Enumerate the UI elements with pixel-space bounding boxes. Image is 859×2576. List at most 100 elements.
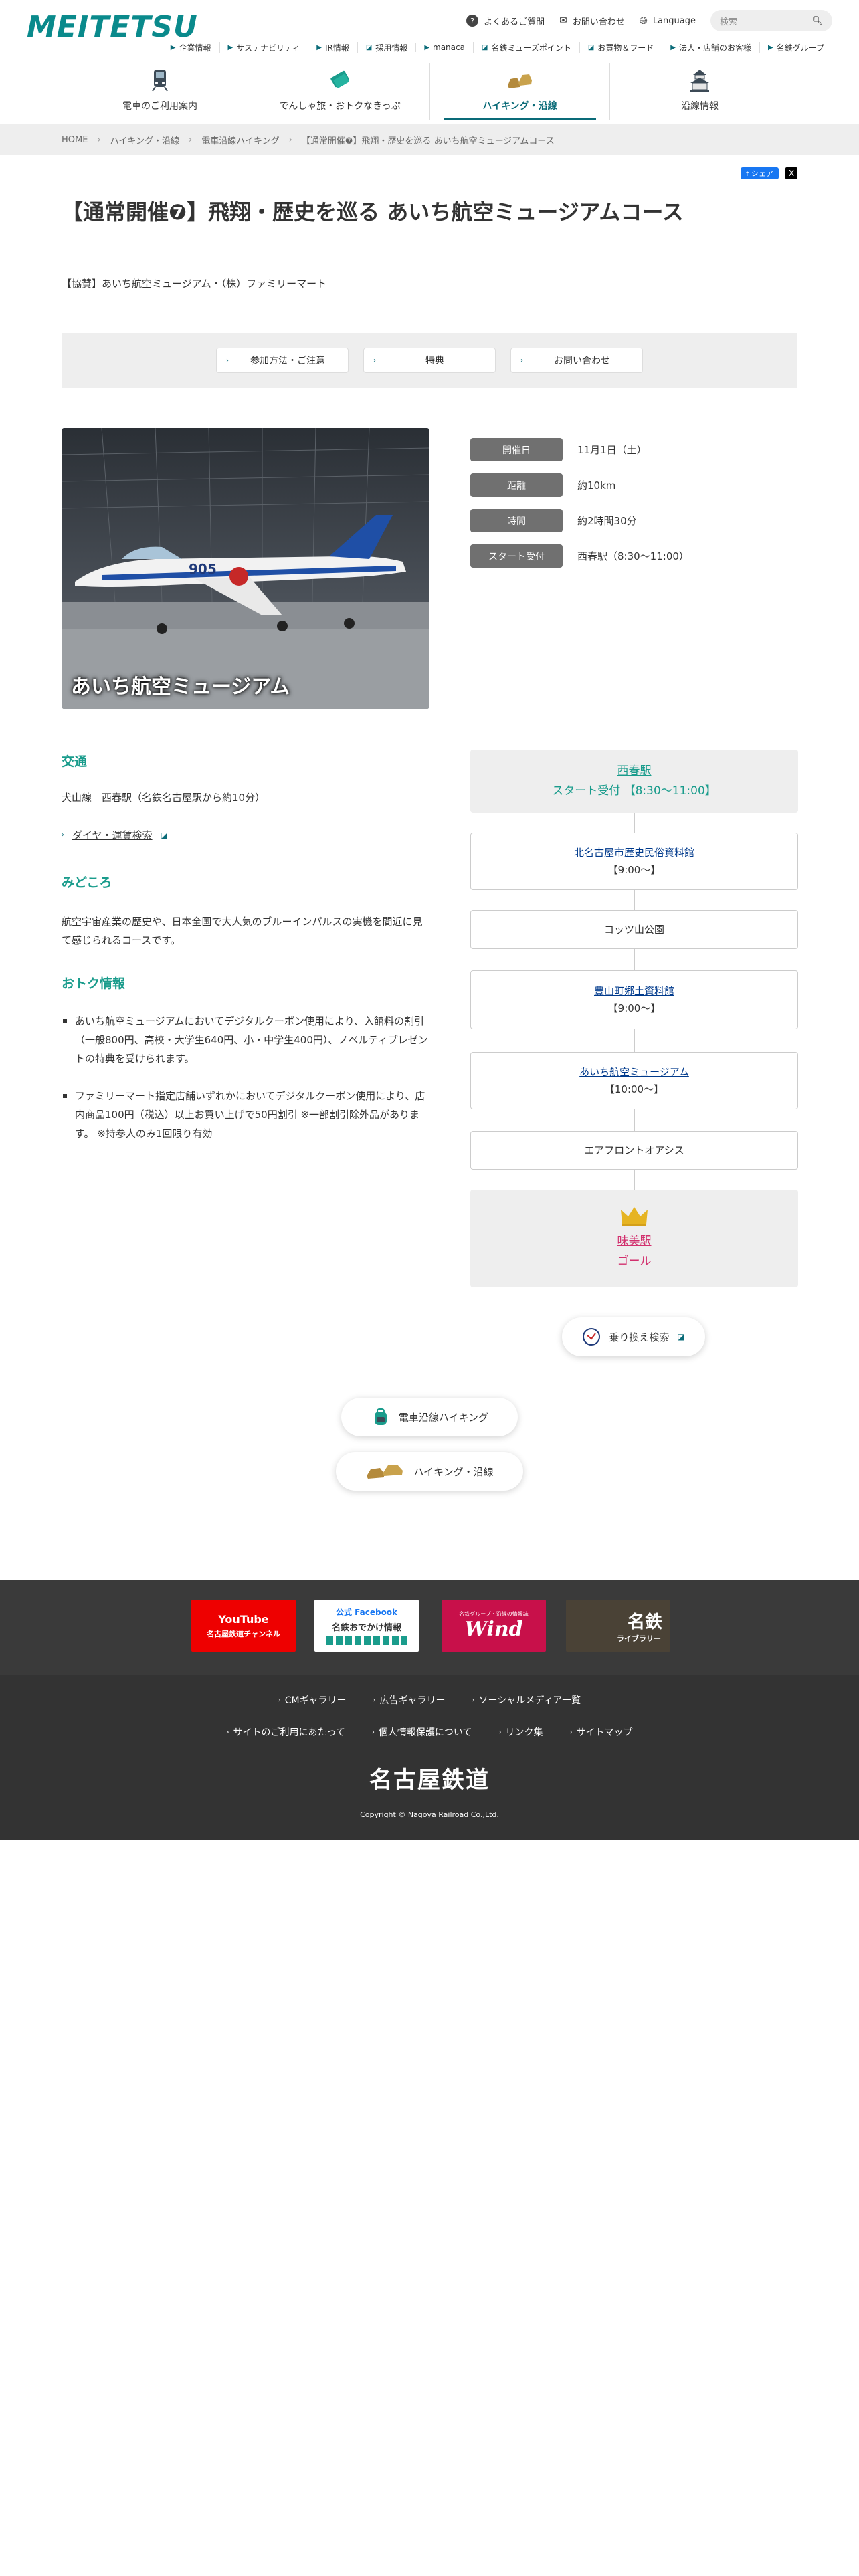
button-label: ハイキング・沿線: [413, 1465, 494, 1478]
tab-label: 特典: [425, 356, 444, 366]
contact-link[interactable]: ✉ お問い合わせ: [559, 15, 625, 27]
wind-logo: Wind: [464, 1618, 523, 1641]
stop-link[interactable]: 豊山町郷土資料館: [594, 982, 674, 1000]
course-stop: コッツ山公園: [470, 910, 798, 949]
banner-text: 名古屋鉄道チャンネル: [207, 1629, 280, 1638]
utility-nav: ? よくあるご質問 ✉ お問い合わせ 🌐︎ Language 検索 🔍︎: [466, 9, 832, 32]
footer-link[interactable]: › 広告ギャラリー: [373, 1693, 446, 1707]
faq-link[interactable]: ? よくあるご質問: [466, 15, 545, 27]
info-value: 西春駅（8:30〜11:00）: [577, 550, 689, 562]
anchor-tab-bar: › 参加方法・ご注意 › 特典 › お問い合わせ: [62, 333, 797, 388]
chevron-right-icon: ›: [62, 831, 64, 839]
footer-link-label: リンク集: [505, 1727, 543, 1738]
route-line: [634, 890, 635, 910]
timetable-search-link[interactable]: › ダイヤ・運賃検索 ◪: [62, 828, 168, 842]
subnav-item[interactable]: ▶ 企業情報: [163, 42, 219, 53]
footer-link[interactable]: › CMギャラリー: [278, 1693, 347, 1707]
hiking-area-button[interactable]: ハイキング・沿線: [336, 1452, 523, 1491]
tab-label: お問い合わせ: [554, 356, 610, 366]
youtube-icon: YouTube: [218, 1612, 269, 1626]
chevron-right-icon: ▶: [670, 43, 676, 51]
language-link[interactable]: 🌐︎ Language: [640, 15, 696, 27]
mainnav-tickets[interactable]: でんしゃ旅・おトクなきっぷ: [250, 63, 430, 120]
subnav-item[interactable]: ▶ IR情報: [308, 41, 357, 53]
info-row-start: スタート受付 西春駅（8:30〜11:00）: [470, 544, 689, 568]
course-stop: 北名古屋市歴史民俗資料館 【9:00〜】: [470, 833, 798, 890]
breadcrumb-train-hiking[interactable]: 電車沿線ハイキング: [201, 134, 279, 146]
start-time: スタート受付 【8:30〜11:00】: [552, 784, 717, 798]
link-label: ダイヤ・運賃検索: [72, 829, 153, 841]
x-share-button[interactable]: X: [785, 167, 797, 179]
x-icon: X: [788, 169, 795, 178]
train-icon: [152, 70, 168, 92]
train-hiking-button[interactable]: 電車沿線ハイキング: [341, 1398, 518, 1436]
subnav-label: 企業情報: [179, 43, 211, 53]
subnav-item[interactable]: ◪ お買物＆フード: [579, 41, 662, 53]
stop-time: 【9:00〜】: [607, 1002, 661, 1014]
footer-link[interactable]: › サイトのご利用にあたって: [227, 1725, 345, 1739]
stop-link[interactable]: 北名古屋市歴史民俗資料館: [574, 844, 694, 861]
info-value: 11月1日（土）: [577, 444, 647, 456]
search-icon[interactable]: 🔍︎: [812, 16, 823, 26]
mainnav-train[interactable]: 電車のご利用案内: [70, 63, 250, 120]
mainnav-label: 電車のご利用案内: [122, 101, 197, 112]
photo-caption: あいち航空ミュージアム: [71, 675, 290, 699]
banner-text: ライブラリー: [617, 1634, 661, 1643]
info-value: 約10km: [577, 479, 616, 492]
breadcrumb-home[interactable]: HOME: [62, 135, 88, 145]
logo-text: MEITETSU: [27, 10, 198, 44]
breadcrumb-current: 【通常開催❼】飛翔・歴史を巡る あいち航空ミュージアムコース: [301, 136, 555, 146]
footer-logo[interactable]: 名古屋鉄道: [0, 1761, 859, 1794]
footer-link[interactable]: › 個人情報保護について: [372, 1725, 472, 1739]
search-input[interactable]: 検索 🔍︎: [710, 10, 832, 31]
transfer-search-button[interactable]: 乗り換え検索 ◪: [562, 1317, 705, 1356]
stop-name: コッツ山公園: [603, 924, 664, 936]
mainnav-hiking[interactable]: ハイキング・沿線: [430, 63, 609, 120]
goal-station-link[interactable]: 味美駅: [617, 1231, 652, 1251]
subnav-item[interactable]: ▶ 法人・店舗のお客様: [662, 41, 759, 53]
copyright: Copyright © Nagoya Railroad Co.,Ltd.: [360, 1810, 499, 1819]
facebook-icon: 公式 Facebook: [335, 1608, 398, 1617]
footer-link[interactable]: › リンク集: [498, 1725, 543, 1739]
stop-link[interactable]: あいち航空ミュージアム: [579, 1063, 689, 1081]
deals-list: あいち航空ミュージアムにおいてデジタルクーポン使用により、入館料の割引（一般80…: [62, 1012, 430, 1162]
route-line: [634, 1029, 635, 1052]
facebook-share-button[interactable]: f シェア: [741, 167, 779, 179]
footer-link[interactable]: › ソーシャルメディア一覧: [472, 1693, 581, 1707]
footer-link-label: CMギャラリー: [284, 1695, 347, 1706]
chevron-right-icon: ›: [569, 1728, 573, 1736]
subnav-item[interactable]: ▶ manaca: [415, 43, 473, 52]
chevron-right-icon: ›: [226, 1728, 229, 1736]
subnav-item[interactable]: ▶ 名鉄グループ: [759, 41, 832, 53]
info-value: 約2時間30分: [577, 515, 637, 527]
footer-links-row1: › CMギャラリー › 広告ギャラリー › ソーシャルメディア一覧: [0, 1693, 859, 1707]
info-row-time: 時間 約2時間30分: [470, 509, 689, 532]
youtube-banner[interactable]: YouTube 名古屋鉄道チャンネル: [191, 1600, 296, 1652]
facebook-banner[interactable]: 公式 Facebook 名鉄おでかけ情報: [314, 1600, 419, 1652]
subnav-item[interactable]: ◪ 採用情報: [357, 41, 415, 53]
external-link-icon: ◪: [677, 1332, 685, 1341]
footer-link[interactable]: › サイトマップ: [569, 1725, 632, 1739]
tab-contact[interactable]: › お問い合わせ: [510, 348, 643, 373]
wind-banner[interactable]: 名鉄グループ・沿線の情報誌 Wind: [442, 1600, 546, 1652]
subnav-item[interactable]: ▶ サステナビリティ: [219, 41, 308, 53]
chevron-right-icon: ▶: [227, 43, 233, 51]
subnav-label: 採用情報: [375, 43, 408, 53]
chevron-right-icon: ▶: [768, 43, 773, 51]
highlights-heading: みどころ: [62, 873, 430, 899]
list-item: あいち航空ミュージアムにおいてデジタルクーポン使用により、入館料の割引（一般80…: [62, 1012, 430, 1068]
tab-participation[interactable]: › 参加方法・ご注意: [216, 348, 349, 373]
mainnav-area[interactable]: 沿線情報: [609, 63, 789, 120]
meitetsu-library-banner[interactable]: 名鉄 ライブラリー: [566, 1600, 670, 1652]
course-route: 西春駅 スタート受付 【8:30〜11:00】 北名古屋市歴史民俗資料館 【9:…: [470, 750, 798, 1287]
subnav-label: 法人・店舗のお客様: [679, 43, 752, 53]
chevron-right-icon: ›: [472, 1696, 475, 1704]
transfer-label: 乗り換え検索: [609, 1331, 670, 1344]
subnav-item[interactable]: ◪ 名鉄ミューズポイント: [472, 41, 579, 53]
tab-benefits[interactable]: › 特典: [363, 348, 496, 373]
chevron-right-icon: ›: [97, 134, 101, 145]
subnav-label: IR情報: [324, 43, 349, 53]
course-start: 西春駅 スタート受付 【8:30〜11:00】: [470, 750, 798, 813]
breadcrumb-hiking[interactable]: ハイキング・沿線: [110, 134, 179, 146]
start-station-link[interactable]: 西春駅: [617, 761, 652, 781]
